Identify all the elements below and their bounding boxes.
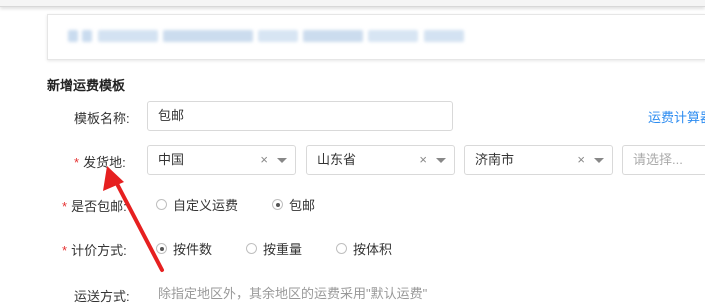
annotation-arrow-icon <box>103 166 164 272</box>
